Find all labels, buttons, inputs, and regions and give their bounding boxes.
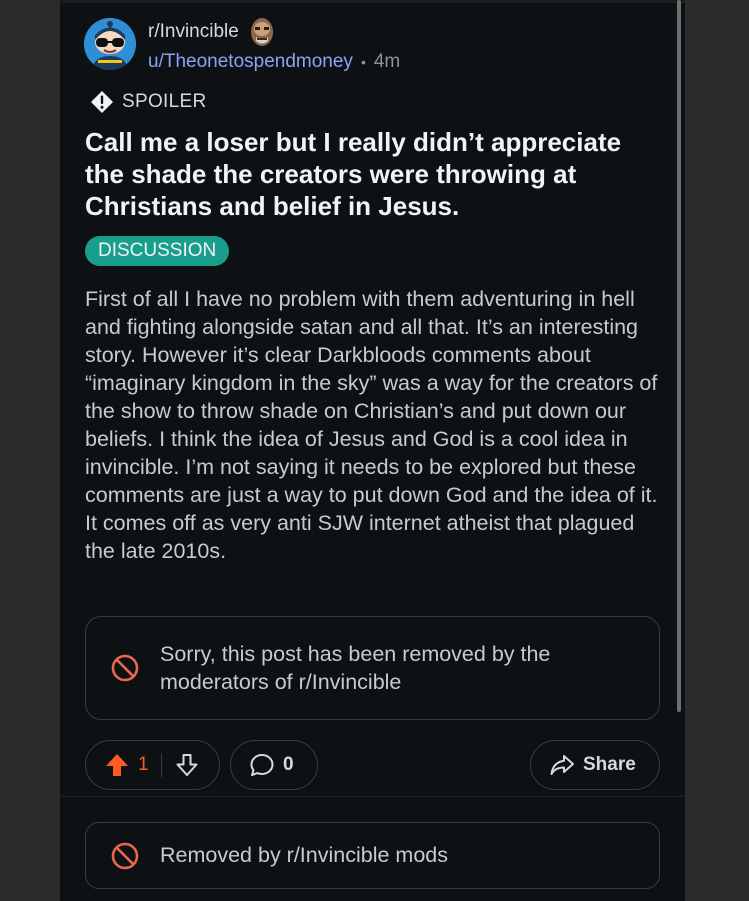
comment-count: 0 xyxy=(283,754,294,775)
upvote-arrow-icon[interactable] xyxy=(104,752,130,778)
top-edge xyxy=(60,0,685,3)
subreddit-row: r/Invincible xyxy=(148,15,400,49)
share-label: Share xyxy=(583,754,636,775)
comment-bubble-icon xyxy=(249,752,275,778)
vote-count: 1 xyxy=(138,754,149,775)
post-body: First of all I have no problem with them… xyxy=(85,287,658,563)
post-panel: r/Invincible u/Theonetospendmoney • 4m S… xyxy=(60,0,685,901)
post-removed-text: Sorry, this post has been removed by the… xyxy=(160,642,551,694)
snoo-avatar-icon[interactable] xyxy=(84,18,136,70)
author-username[interactable]: u/Theonetospendmoney xyxy=(148,51,353,73)
post-meta: r/Invincible u/Theonetospendmoney • 4m xyxy=(148,15,400,73)
ban-icon xyxy=(110,841,140,871)
comment-removed-notice: Removed by r/Invincible mods xyxy=(85,822,660,889)
post-actions: 1 0 Share xyxy=(85,740,660,790)
post-header: r/Invincible u/Theonetospendmoney • 4m xyxy=(84,16,400,72)
spoiler-tag: SPOILER xyxy=(90,90,206,114)
meta-separator: • xyxy=(360,54,366,70)
comments-button[interactable]: 0 xyxy=(230,740,318,790)
right-gutter xyxy=(685,0,749,901)
warning-icon xyxy=(90,90,114,114)
post-title[interactable]: Call me a loser but I really didn’t appr… xyxy=(85,126,655,222)
spoiler-label: SPOILER xyxy=(122,91,207,112)
post-age: 4m xyxy=(373,51,401,72)
left-gutter xyxy=(0,0,60,901)
share-button[interactable]: Share xyxy=(530,740,660,790)
downvote-arrow-icon[interactable] xyxy=(174,752,200,778)
vote-control: 1 xyxy=(85,740,220,790)
subreddit-icon[interactable] xyxy=(247,15,277,49)
section-divider xyxy=(60,796,685,797)
post-removed-notice: Sorry, this post has been removed by the… xyxy=(85,616,660,720)
comment-removed-text: Removed by r/Invincible mods xyxy=(160,843,448,867)
post-flair[interactable]: DISCUSSION xyxy=(85,236,230,266)
subreddit-name[interactable]: r/Invincible xyxy=(148,21,239,43)
scrollbar[interactable] xyxy=(677,0,681,712)
author-row: u/Theonetospendmoney • 4m xyxy=(148,51,400,73)
share-arrow-icon xyxy=(549,752,575,778)
ban-icon xyxy=(110,653,140,683)
vote-divider xyxy=(160,753,162,777)
